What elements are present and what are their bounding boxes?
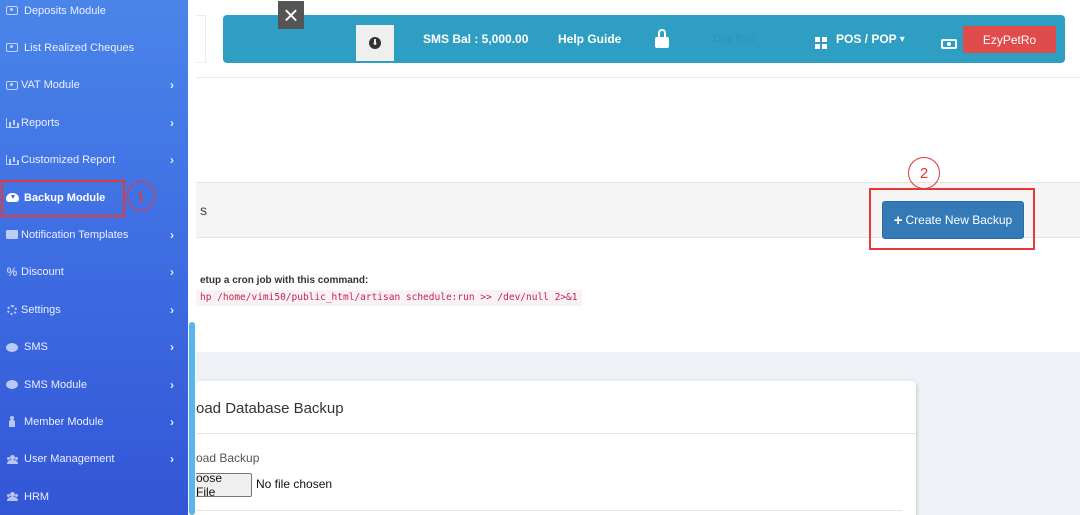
user-menu-button[interactable]: EzyPetRo (963, 26, 1056, 53)
sidebar-item-label: Reports (21, 116, 60, 129)
envelope-icon (5, 229, 19, 240)
card-icon (5, 80, 19, 91)
chevron-right-icon: › (170, 227, 174, 242)
sidebar-item-deposits-module[interactable]: Deposits Module (0, 0, 188, 29)
sidebar-item-label: Customized Report (21, 154, 116, 167)
comments-icon (5, 342, 19, 353)
sidebar-scrollbar-thumb[interactable] (189, 322, 195, 515)
sidebar-item-vat-module[interactable]: VAT Module › (0, 67, 188, 104)
annotation-step-1: 1 (127, 181, 155, 211)
sidebar-item-member-module[interactable]: Member Module › (0, 403, 188, 440)
sidebar-item-user-management[interactable]: User Management › (0, 441, 188, 478)
cogs-icon (5, 304, 19, 315)
download-button[interactable]: ⬇ (356, 25, 394, 61)
sidebar-item-list-realized-cheques[interactable]: List Realized Cheques (0, 29, 188, 66)
lock-icon[interactable] (655, 29, 669, 48)
chevron-right-icon: › (170, 414, 174, 429)
help-guide-link[interactable]: Help Guide (558, 15, 621, 63)
chevron-right-icon: › (170, 377, 174, 392)
backups-title: s (200, 202, 207, 218)
download-icon: ⬇ (369, 37, 381, 49)
top-navbar: ⬇ SMS Bal : 5,000.00 Help Guide Day End … (223, 15, 1065, 63)
choose-file-button[interactable]: oose File (196, 471, 252, 499)
percent-icon: % (6, 265, 18, 280)
chevron-right-icon: › (170, 78, 174, 93)
sidebar-item-settings[interactable]: Settings › (0, 291, 188, 328)
sidebar-item-sms-module[interactable]: SMS Module › (0, 366, 188, 403)
cron-command: hp /home/vimi50/public_html/artisan sche… (196, 290, 582, 306)
bar-chart-icon (5, 117, 19, 128)
upload-field-label: oad Backup (196, 451, 260, 465)
create-new-backup-button[interactable]: + Create New Backup (882, 201, 1024, 239)
bar-chart-icon (5, 155, 19, 166)
sidebar-item-customized-report[interactable]: Customized Report › (0, 142, 188, 179)
sidebar: Deposits Module List Realized Cheques VAT … (0, 0, 188, 515)
plus-icon: + (893, 211, 903, 229)
divider (196, 77, 1080, 78)
sidebar-item-label: SMS (24, 341, 48, 354)
chevron-right-icon: › (170, 153, 174, 168)
search-box-edge (196, 15, 206, 63)
sidebar-item-discount[interactable]: % Discount › (0, 254, 188, 291)
chevron-right-icon: › (170, 115, 174, 130)
pos-menu-label: POS / POP (836, 32, 897, 46)
annotation-step-2: 2 (908, 157, 940, 189)
chevron-right-icon: › (170, 340, 174, 355)
pos-menu[interactable]: POS / POP ▾ (836, 15, 905, 63)
person-icon (5, 416, 19, 428)
chevron-right-icon: › (170, 265, 174, 280)
grid-icon (815, 37, 827, 49)
upload-backup-card: oad Database Backup oad Backup oose File… (196, 381, 916, 515)
sms-balance[interactable]: SMS Bal : 5,000.00 (423, 15, 528, 63)
sidebar-item-notification-templates[interactable]: Notification Templates › (0, 216, 188, 253)
sidebar-item-label: Deposits Module (24, 4, 106, 17)
card-divider (196, 433, 916, 434)
sidebar-item-label: Settings (21, 303, 61, 316)
users-icon (5, 491, 19, 502)
sidebar-item-reports[interactable]: Reports › (0, 104, 188, 141)
money-card-icon (5, 42, 19, 53)
sidebar-item-label: HRM (24, 490, 50, 503)
upload-card-title: oad Database Backup (196, 400, 344, 417)
sidebar-item-sms[interactable]: SMS › (0, 329, 188, 366)
sidebar-item-label: Discount (21, 266, 64, 279)
sidebar-item-label: Member Module (24, 415, 104, 428)
sidebar-item-label: VAT Module (21, 79, 80, 92)
caret-down-icon: ▾ (899, 33, 905, 45)
users-icon (5, 454, 19, 465)
create-new-backup-label: Create New Backup (905, 213, 1013, 227)
sidebar-item-label: SMS Module (24, 378, 87, 391)
annotation-highlight-1 (1, 180, 125, 217)
chevron-right-icon: › (170, 302, 174, 317)
close-icon[interactable]: × (278, 1, 304, 29)
comments-icon (5, 379, 19, 390)
file-status-text: No file chosen (256, 477, 333, 491)
sidebar-item-label: Notification Templates (21, 228, 129, 241)
sidebar-item-hrm[interactable]: HRM (0, 478, 188, 515)
money-icon[interactable] (941, 39, 957, 49)
card-divider-bottom (196, 510, 902, 511)
money-card-icon (5, 5, 19, 16)
day-end-link[interactable]: Day End (713, 15, 755, 63)
sidebar-item-label: User Management (24, 453, 115, 466)
cron-instructions: etup a cron job with this command: (200, 275, 369, 286)
chevron-right-icon: › (170, 452, 174, 467)
sidebar-item-label: List Realized Cheques (24, 41, 135, 54)
